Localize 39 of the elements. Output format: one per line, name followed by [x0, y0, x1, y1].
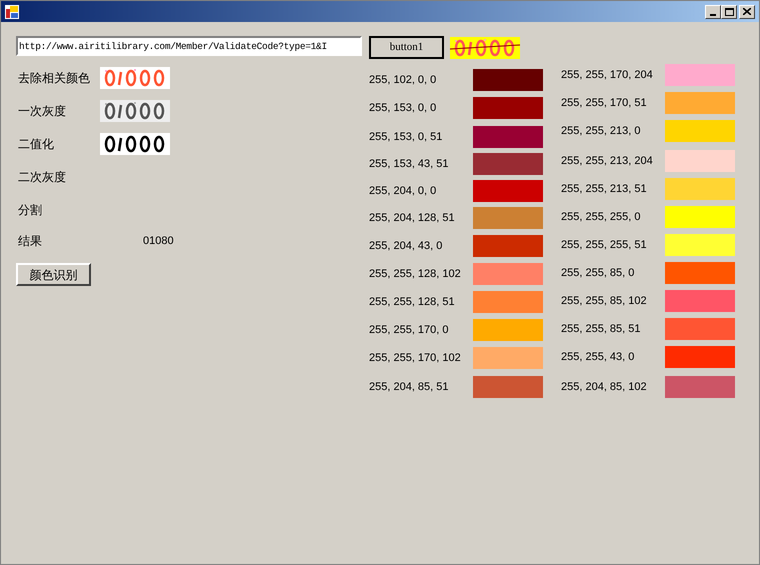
color-value-label: 255, 153, 0, 51 — [369, 130, 444, 145]
minimize-button[interactable] — [705, 4, 721, 18]
color-value-label: 255, 204, 85, 51 — [369, 380, 450, 395]
color-value-label: 255, 255, 85, 102 — [561, 294, 648, 309]
color-value-label: 255, 255, 128, 51 — [369, 294, 456, 310]
color-value-label: 255, 255, 43, 0 — [561, 350, 636, 365]
url-field[interactable]: http://www.airitilibrary.com/Member/ValidateCode?type=1&I — [16, 36, 362, 56]
recognize-button[interactable]: 颜色识别 — [16, 263, 91, 286]
color-value-label: 255, 204, 85, 102 — [561, 380, 648, 395]
color-value-label: 255, 255, 213, 204 — [561, 154, 654, 169]
result-label: 结果 — [18, 233, 43, 250]
app-icon — [5, 4, 19, 18]
color-value-label: 255, 204, 128, 51 — [369, 210, 456, 226]
color-value-label: 255, 255, 213, 0 — [561, 124, 642, 139]
result-value: 01080 — [143, 234, 174, 249]
maximize-button[interactable] — [721, 4, 737, 18]
step-label: 二值化 — [18, 136, 55, 153]
close-icon — [743, 8, 751, 15]
color-value-label: 255, 204, 0, 0 — [369, 184, 438, 199]
color-value-label: 255, 255, 170, 51 — [561, 96, 648, 111]
step-label: 分割 — [18, 202, 43, 219]
button1-button[interactable]: button1 — [369, 36, 444, 59]
color-value-label: 255, 153, 0, 0 — [369, 100, 438, 116]
close-button[interactable] — [739, 4, 755, 18]
color-value-label: 255, 255, 170, 102 — [369, 350, 462, 366]
color-value-label: 255, 255, 170, 0 — [369, 322, 450, 338]
color-value-label: 255, 255, 170, 204 — [561, 68, 654, 83]
color-value-label: 255, 255, 255, 51 — [561, 238, 648, 253]
step-label: 去除相关颜色 — [18, 70, 91, 87]
color-value-label: 255, 255, 85, 0 — [561, 266, 636, 281]
step-label: 二次灰度 — [18, 169, 67, 186]
color-value-label: 255, 204, 43, 0 — [369, 238, 444, 254]
color-value-label: 255, 102, 0, 0 — [369, 72, 438, 88]
color-value-label: 255, 255, 128, 102 — [369, 266, 462, 282]
color-value-label: 255, 153, 43, 51 — [369, 156, 450, 172]
step-label: 一次灰度 — [18, 103, 67, 120]
color-value-label: 255, 255, 213, 51 — [561, 182, 648, 197]
color-value-label: 255, 255, 85, 51 — [561, 322, 642, 337]
color-value-label: 255, 255, 255, 0 — [561, 210, 642, 225]
